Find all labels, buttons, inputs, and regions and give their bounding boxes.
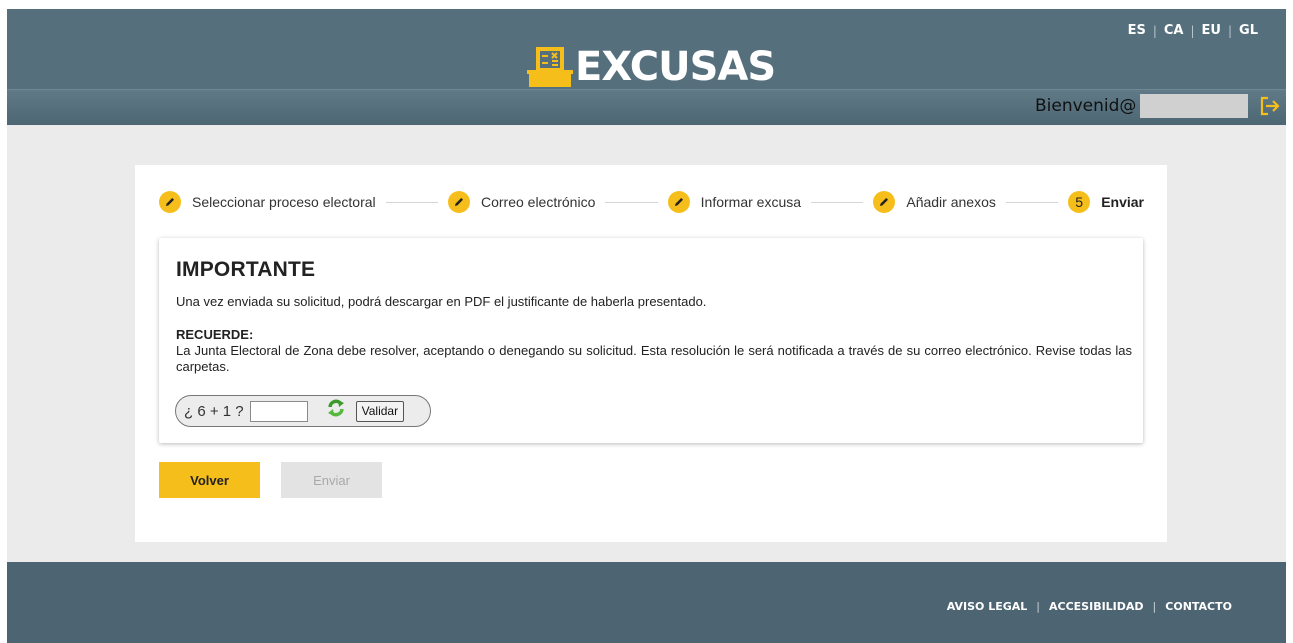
- divider: |: [1152, 600, 1157, 613]
- captcha-question: ¿ 6 + 1 ?: [184, 402, 244, 420]
- step-correo: Correo electrónico: [447, 191, 596, 213]
- lang-eu[interactable]: EU: [1202, 23, 1221, 38]
- step-anadir-anexos: Añadir anexos: [873, 191, 996, 213]
- main-card: Seleccionar proceso electoral Correo ele…: [135, 165, 1167, 542]
- lang-gl[interactable]: GL: [1239, 23, 1258, 38]
- validate-button[interactable]: Validar: [355, 400, 405, 422]
- link-accesibilidad[interactable]: ACCESIBILIDAD: [1049, 600, 1144, 613]
- site-header: EXCUSAS ES | CA | EU | GL Bienvenid@: [7, 9, 1286, 125]
- welcome-text: Bienvenid@: [1035, 96, 1137, 116]
- username-redacted: [1140, 94, 1249, 118]
- pencil-icon: [873, 191, 896, 213]
- step-connector: [811, 201, 864, 203]
- step-seleccionar-proceso: Seleccionar proceso electoral: [159, 191, 376, 213]
- refresh-icon[interactable]: [326, 398, 346, 418]
- back-button[interactable]: Volver: [159, 462, 260, 498]
- site-footer: AVISO LEGAL | ACCESIBILIDAD | CONTACTO: [7, 562, 1286, 643]
- stepper: Seleccionar proceso electoral Correo ele…: [159, 191, 1144, 213]
- step-enviar: 5 Enviar: [1068, 191, 1144, 213]
- welcome-area: Bienvenid@: [1035, 93, 1249, 119]
- important-panel: IMPORTANTE Una vez enviada su solicitud,…: [159, 238, 1143, 443]
- logo-text: EXCUSAS: [575, 44, 776, 90]
- pencil-icon: [159, 191, 181, 213]
- step-connector: [385, 201, 438, 203]
- panel-title: IMPORTANTE: [176, 258, 316, 281]
- link-contacto[interactable]: CONTACTO: [1165, 600, 1232, 613]
- logo: EXCUSAS: [527, 43, 776, 91]
- divider: |: [1190, 23, 1195, 38]
- captcha-input[interactable]: [249, 400, 308, 422]
- recuerde-label: RECUERDE:: [176, 327, 254, 342]
- pencil-icon: [447, 191, 470, 213]
- captcha: ¿ 6 + 1 ? Validar: [175, 395, 431, 427]
- step-connector: [1005, 201, 1059, 203]
- ballot-calculator-icon: [527, 45, 573, 89]
- send-button[interactable]: Enviar: [281, 462, 382, 498]
- panel-text: Una vez enviada su solicitud, podrá desc…: [176, 294, 707, 309]
- lang-ca[interactable]: CA: [1164, 23, 1184, 38]
- step-connector: [605, 201, 658, 203]
- footer-links: AVISO LEGAL | ACCESIBILIDAD | CONTACTO: [947, 600, 1232, 613]
- step-label: Seleccionar proceso electoral: [192, 194, 376, 210]
- divider: |: [1036, 600, 1040, 613]
- recuerde-text: La Junta Electoral de Zona debe resolver…: [176, 343, 1132, 374]
- step-label: Informar excusa: [700, 194, 802, 210]
- divider: |: [1227, 23, 1233, 38]
- logout-icon[interactable]: [1259, 95, 1281, 117]
- step-number: 5: [1068, 191, 1091, 213]
- link-aviso-legal[interactable]: AVISO LEGAL: [947, 600, 1028, 613]
- language-selector: ES | CA | EU | GL: [1128, 23, 1258, 38]
- divider: |: [1152, 23, 1157, 38]
- step-informar-excusa: Informar excusa: [667, 191, 802, 213]
- page-background: EXCUSAS ES | CA | EU | GL Bienvenid@ Sel…: [7, 9, 1286, 643]
- step-label: Enviar: [1101, 194, 1144, 210]
- step-label: Correo electrónico: [480, 194, 596, 210]
- lang-es[interactable]: ES: [1128, 23, 1146, 38]
- step-label: Añadir anexos: [906, 194, 996, 210]
- pencil-icon: [667, 191, 690, 213]
